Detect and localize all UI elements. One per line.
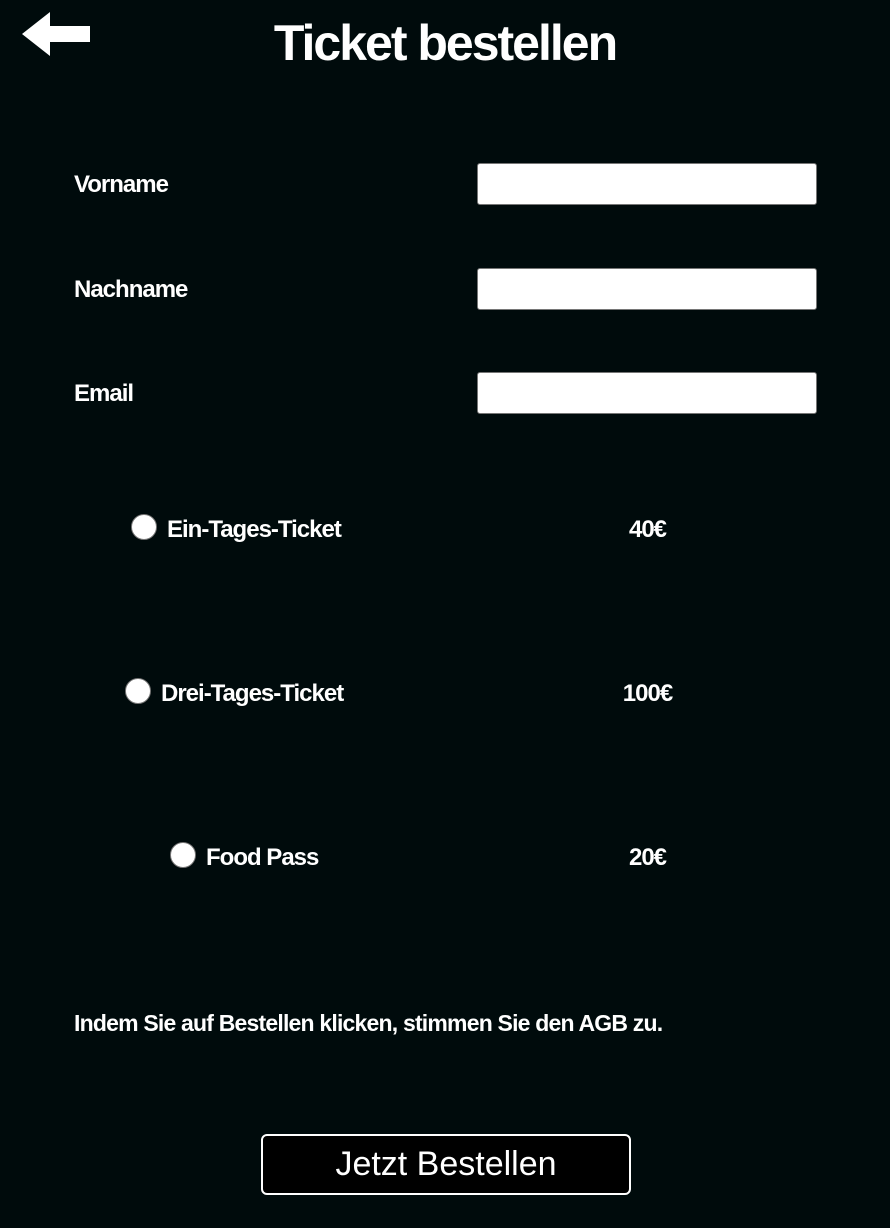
- page-title: Ticket bestellen: [273, 15, 618, 71]
- option-price: 40€: [628, 516, 667, 543]
- option-label: Food Pass: [206, 844, 319, 871]
- email-label: Email: [74, 380, 134, 407]
- last-name-input[interactable]: [477, 268, 817, 310]
- ticket-order-page: Ticket bestellen Vorname Nachname Email …: [0, 0, 890, 1228]
- food-pass-radio[interactable]: [170, 842, 196, 868]
- one-day-ticket-radio[interactable]: [131, 514, 157, 540]
- first-name-label: Vorname: [74, 171, 169, 198]
- option-price: 100€: [622, 680, 673, 707]
- last-name-label: Nachname: [74, 276, 188, 303]
- terms-notice: Indem Sie auf Bestellen klicken, stimmen…: [74, 1010, 663, 1036]
- email-input[interactable]: [477, 372, 817, 414]
- order-now-button[interactable]: Jetzt Bestellen: [261, 1134, 631, 1195]
- option-label: Drei-Tages-Ticket: [161, 680, 344, 707]
- three-day-ticket-radio[interactable]: [125, 678, 151, 704]
- first-name-input[interactable]: [477, 163, 817, 205]
- option-price: 20€: [628, 844, 667, 871]
- option-label: Ein-Tages-Ticket: [167, 516, 342, 543]
